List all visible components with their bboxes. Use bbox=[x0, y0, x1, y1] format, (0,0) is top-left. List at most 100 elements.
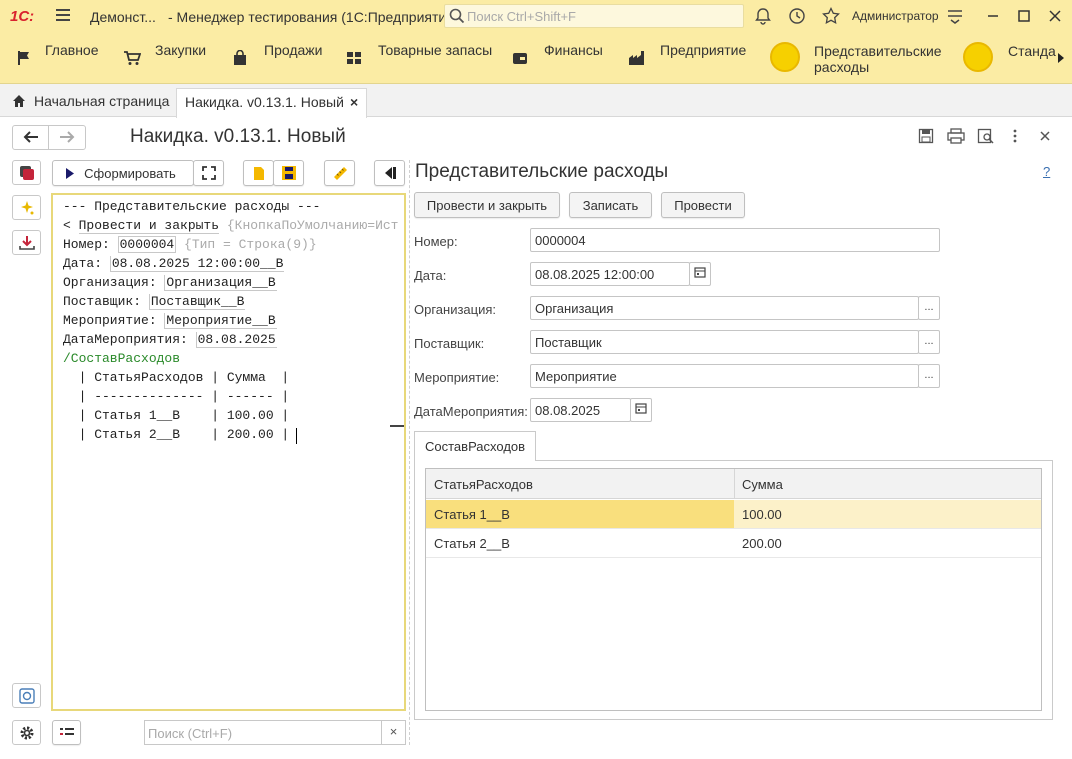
fullscreen-icon bbox=[201, 166, 216, 180]
collapse-panel-button[interactable] bbox=[374, 160, 405, 186]
open-windows-bar: Начальная страница Накидка. v0.13.1. Нов… bbox=[0, 84, 1072, 118]
supplier-select-button[interactable]: ... bbox=[918, 330, 940, 354]
cart-icon bbox=[124, 51, 141, 65]
editor-line-11: | -------------- | ------ | bbox=[63, 389, 290, 404]
table-cell-item: Статья 1__В bbox=[434, 507, 510, 522]
event-date-field[interactable]: 08.08.2025 bbox=[530, 398, 631, 422]
editor-search-input[interactable]: Поиск (Ctrl+F) × bbox=[144, 720, 406, 745]
date-picker-button[interactable] bbox=[689, 262, 711, 286]
editor-line-3-value: 0000004 bbox=[117, 236, 177, 253]
date-field[interactable]: 08.08.2025 12:00:00 bbox=[530, 262, 690, 286]
column-header-sum[interactable]: Сумма bbox=[734, 477, 783, 492]
back-arrow-icon[interactable] bbox=[13, 126, 50, 149]
vtool-camera-button[interactable] bbox=[12, 683, 41, 708]
maximize-icon[interactable] bbox=[1015, 7, 1033, 25]
generate-button[interactable]: Сформировать bbox=[52, 160, 194, 186]
help-link[interactable]: ? bbox=[1043, 164, 1050, 179]
supplier-field[interactable]: Поставщик bbox=[530, 330, 919, 354]
table-header: СтатьяРасходов Сумма bbox=[426, 469, 1041, 499]
date-label: Дата: bbox=[414, 268, 447, 283]
save-disk-icon[interactable] bbox=[918, 128, 934, 144]
scroll-right-icon[interactable] bbox=[1057, 52, 1065, 64]
report-icon bbox=[20, 166, 34, 180]
tab-active-document[interactable]: Накидка. v0.13.1. Новый × bbox=[176, 88, 368, 118]
editor-line-10: | СтатьяРасходов | Сумма | bbox=[63, 370, 290, 385]
vtool-settings-button[interactable] bbox=[12, 720, 41, 745]
tab-home-label: Начальная страница bbox=[34, 93, 170, 109]
settings-menu-icon[interactable] bbox=[946, 7, 964, 25]
save-button[interactable]: Записать bbox=[569, 192, 652, 218]
panel-splitter[interactable] bbox=[409, 160, 410, 745]
forward-arrow-icon[interactable] bbox=[49, 126, 85, 149]
event-select-button[interactable]: ... bbox=[918, 364, 940, 388]
fullscreen-button[interactable] bbox=[193, 160, 224, 186]
main-menu-icon[interactable] bbox=[56, 9, 70, 21]
tab-active-label: Накидка. v0.13.1. Новый bbox=[185, 94, 344, 110]
close-tab-icon[interactable]: × bbox=[350, 94, 358, 110]
save-file-button[interactable] bbox=[273, 160, 304, 186]
new-file-button[interactable] bbox=[243, 160, 274, 186]
event-label: Мероприятие: bbox=[414, 370, 500, 385]
post-button[interactable]: Провести bbox=[661, 192, 745, 218]
column-header-item[interactable]: СтатьяРасходов bbox=[426, 477, 533, 492]
clear-search-icon[interactable]: × bbox=[381, 721, 405, 744]
editor-line-8-label: ДатаМероприятия: bbox=[63, 332, 196, 347]
section-main-label: Главное bbox=[45, 42, 99, 58]
section-representative-expenses[interactable]: Представительские расходы bbox=[814, 43, 942, 75]
editor-line-2-hint: {КнопкаПоУмолчанию=Ист bbox=[219, 218, 399, 233]
close-window-icon[interactable] bbox=[1046, 7, 1064, 25]
table-row[interactable]: Статья 2__В 200.00 bbox=[426, 529, 1041, 558]
table-row[interactable]: Статья 1__В 100.00 bbox=[426, 500, 1041, 529]
print-icon[interactable] bbox=[947, 128, 965, 144]
organization-field[interactable]: Организация bbox=[530, 296, 919, 320]
editor-line-3-label: Номер: bbox=[63, 237, 118, 252]
editor-line-8-value: 08.08.2025 bbox=[195, 332, 277, 348]
global-search-input[interactable]: Поиск Ctrl+Shift+F bbox=[444, 4, 744, 28]
generate-button-label: Сформировать bbox=[84, 165, 176, 181]
list-icon bbox=[59, 727, 74, 735]
number-field[interactable]: 0000004 bbox=[530, 228, 940, 252]
tab-home[interactable]: Начальная страница bbox=[4, 88, 177, 117]
bell-icon[interactable] bbox=[754, 7, 772, 25]
star-icon[interactable] bbox=[822, 7, 840, 25]
minimize-icon[interactable] bbox=[984, 7, 1002, 25]
event-field[interactable]: Мероприятие bbox=[530, 364, 919, 388]
app-short-name: Демонст... bbox=[90, 9, 156, 25]
section-standard[interactable]: Станда bbox=[1008, 43, 1056, 59]
vtool-download-button[interactable] bbox=[12, 230, 41, 255]
window-title: Демонст... - Менеджер тестирования (1С:Пр… bbox=[90, 9, 459, 25]
coin-icon bbox=[963, 42, 993, 72]
editor-line-13: | Статья 2__В | 200.00 | bbox=[63, 427, 290, 442]
section-representative-expenses-label-line2: расходы bbox=[814, 59, 870, 75]
supplier-label: Поставщик: bbox=[414, 336, 485, 351]
editor-line-1: --- Представительские расходы --- bbox=[63, 199, 321, 214]
script-editor[interactable]: --- Представительские расходы --- < Пров… bbox=[51, 193, 406, 711]
section-enterprise-label: Предприятие bbox=[660, 42, 747, 58]
section-inventory-label: Товарные запасы bbox=[378, 42, 493, 58]
factory-icon bbox=[629, 51, 644, 65]
user-name[interactable]: Администратор bbox=[852, 9, 939, 23]
close-document-icon[interactable] bbox=[1038, 128, 1052, 144]
event-date-picker-button[interactable] bbox=[630, 398, 652, 422]
history-icon[interactable] bbox=[788, 7, 806, 25]
collapse-left-icon bbox=[384, 167, 396, 179]
list-view-button[interactable] bbox=[52, 720, 81, 745]
vtool-report-button[interactable] bbox=[12, 160, 41, 185]
table-cell-sum: 100.00 bbox=[742, 507, 782, 522]
expenses-table[interactable]: СтатьяРасходов Сумма Статья 1__В 100.00 … bbox=[425, 468, 1042, 711]
floppy-icon bbox=[281, 166, 296, 180]
vtool-magic-button[interactable] bbox=[12, 195, 41, 220]
home-icon bbox=[13, 95, 25, 107]
section-finance-label: Финансы bbox=[544, 42, 603, 58]
editor-splitter-marker[interactable] bbox=[390, 425, 404, 427]
editor-line-6-label: Поставщик: bbox=[63, 294, 149, 309]
nav-buttons bbox=[12, 125, 86, 150]
tab-expenses[interactable]: СоставРасходов bbox=[414, 431, 536, 461]
organization-select-button[interactable]: ... bbox=[918, 296, 940, 320]
gear-icon bbox=[20, 726, 34, 740]
preview-icon[interactable] bbox=[977, 128, 995, 144]
ruler-button[interactable] bbox=[324, 160, 355, 186]
title-bar: 1С: Демонст... - Менеджер тестирования (1… bbox=[0, 0, 1072, 32]
more-actions-icon[interactable] bbox=[1008, 128, 1022, 144]
post-and-close-button[interactable]: Провести и закрыть bbox=[414, 192, 560, 218]
